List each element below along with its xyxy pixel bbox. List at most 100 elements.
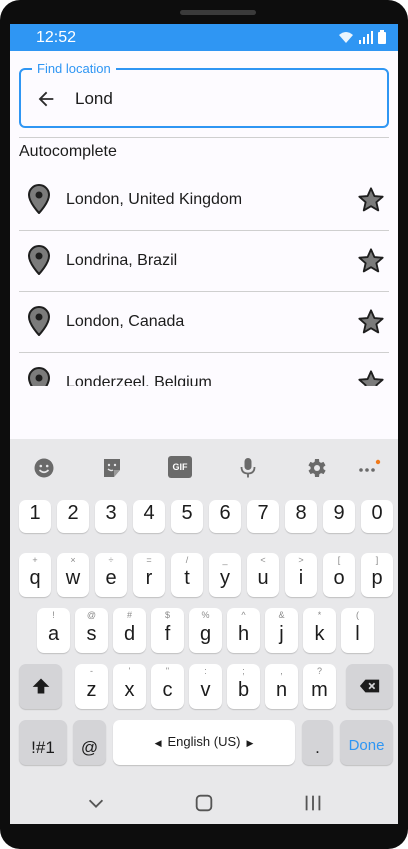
list-item[interactable]: Londrina, Brazil	[19, 231, 389, 292]
phone-frame: 12:52 Find location Lond Autocomplete Lo…	[0, 0, 408, 849]
screen: 12:52 Find location Lond Autocomplete Lo…	[10, 24, 398, 824]
key-hint: !	[52, 610, 55, 620]
key-n[interactable]: ,n	[265, 664, 298, 709]
key-x[interactable]: ' x	[113, 664, 146, 709]
key-g[interactable]: % g	[189, 608, 222, 653]
key-r[interactable]: = r	[133, 553, 165, 597]
key-label: 8	[295, 502, 307, 524]
key-i[interactable]: > i	[285, 553, 317, 597]
wifi-icon	[339, 31, 353, 43]
key-8[interactable]: 8	[285, 500, 317, 533]
space-key-content: ◀ English (US) ▶	[113, 734, 295, 749]
key-0[interactable]: 0	[361, 500, 393, 533]
key-6[interactable]: 6	[209, 500, 241, 533]
key-j[interactable]: & j	[265, 608, 298, 653]
key-label: x	[124, 679, 135, 701]
key-z[interactable]: -z	[75, 664, 108, 709]
key-3[interactable]: 3	[95, 500, 127, 533]
recent-apps-icon[interactable]	[302, 792, 324, 814]
list-item[interactable]: Londerzeel, Belgium	[19, 353, 389, 386]
key-label: c	[162, 679, 173, 701]
key-t[interactable]: / t	[171, 553, 203, 597]
star-icon[interactable]	[357, 247, 385, 275]
key-1[interactable]: 1	[19, 500, 51, 533]
list-item[interactable]: London, Canada	[19, 292, 389, 353]
key-hint: ^	[241, 610, 246, 620]
key-label: 1	[29, 502, 41, 524]
period-key[interactable]: .	[302, 720, 333, 765]
key-u[interactable]: < u	[247, 553, 279, 597]
star-icon[interactable]	[357, 186, 385, 214]
key-hint: #	[126, 610, 132, 620]
key-hint: [	[337, 555, 341, 565]
symbols-key[interactable]: !#1	[19, 720, 67, 765]
star-icon[interactable]	[357, 308, 385, 336]
key-a[interactable]: ! a	[37, 608, 70, 653]
find-location-label: Find location	[32, 61, 116, 76]
key-f[interactable]: $ f	[151, 608, 184, 653]
key-5[interactable]: 5	[171, 500, 203, 533]
key-o[interactable]: [o	[323, 553, 355, 597]
shift-icon	[32, 678, 50, 694]
key-hint: *	[317, 610, 322, 620]
key-label: Done	[348, 737, 385, 754]
key-2[interactable]: 2	[57, 500, 89, 533]
status-time: 12:52	[36, 29, 77, 46]
key-label: w	[65, 567, 81, 589]
key-label: g	[199, 623, 212, 645]
backspace-key[interactable]	[346, 664, 393, 709]
find-location-field[interactable]: Find location Lond	[19, 61, 389, 128]
key-v[interactable]: :v	[189, 664, 222, 709]
key-hint: _	[222, 555, 228, 565]
key-label: 3	[105, 502, 117, 524]
chevron-left-icon: ◀	[154, 738, 162, 748]
status-bar: 12:52	[10, 24, 398, 51]
key-w[interactable]: × w	[57, 553, 89, 597]
sticker-icon[interactable]	[100, 456, 124, 480]
chevron-down-icon[interactable]	[85, 792, 107, 814]
key-label: o	[333, 567, 345, 589]
star-icon[interactable]	[357, 369, 385, 386]
key-b[interactable]: ; b	[227, 664, 260, 709]
key-s[interactable]: @ s	[75, 608, 108, 653]
key-y[interactable]: _ y	[209, 553, 241, 597]
list-item[interactable]: London, United Kingdom	[19, 170, 389, 231]
key-l[interactable]: (l	[341, 608, 374, 653]
key-label: .	[315, 738, 320, 757]
key-e[interactable]: ÷ e	[95, 553, 127, 597]
key-hint: ×	[70, 555, 76, 565]
key-label: 5	[181, 502, 193, 524]
gif-button[interactable]: GIF	[168, 456, 192, 478]
microphone-icon[interactable]	[236, 456, 260, 480]
key-d[interactable]: # d	[113, 608, 146, 653]
key-label: f	[164, 623, 171, 645]
home-icon[interactable]	[193, 792, 215, 814]
done-key[interactable]: Done	[340, 720, 393, 765]
key-hint: -	[90, 666, 93, 676]
emoji-icon[interactable]	[32, 456, 56, 480]
key-k[interactable]: * k	[303, 608, 336, 653]
search-input[interactable]: Lond	[75, 89, 365, 109]
key-label: a	[47, 623, 60, 645]
key-m[interactable]: ? m	[303, 664, 336, 709]
key-label: i	[298, 567, 304, 589]
at-key[interactable]: @	[73, 720, 106, 765]
key-9[interactable]: 9	[323, 500, 355, 533]
key-7[interactable]: 7	[247, 500, 279, 533]
arrow-left-icon[interactable]	[35, 88, 57, 110]
key-q[interactable]: + q	[19, 553, 51, 597]
key-hint: /	[185, 555, 189, 565]
settings-icon[interactable]	[304, 456, 328, 480]
battery-icon	[378, 30, 386, 44]
shift-key[interactable]	[19, 664, 62, 709]
key-4[interactable]: 4	[133, 500, 165, 533]
more-icon[interactable]	[357, 456, 381, 480]
key-label: t	[184, 567, 190, 589]
key-p[interactable]: ] p	[361, 553, 393, 597]
key-label: n	[275, 679, 288, 701]
key-hint: >	[298, 555, 304, 565]
key-c[interactable]: " c	[151, 664, 184, 709]
key-label: h	[237, 623, 250, 645]
space-key[interactable]: ◀ English (US) ▶	[113, 720, 295, 765]
key-h[interactable]: ^ h	[227, 608, 260, 653]
